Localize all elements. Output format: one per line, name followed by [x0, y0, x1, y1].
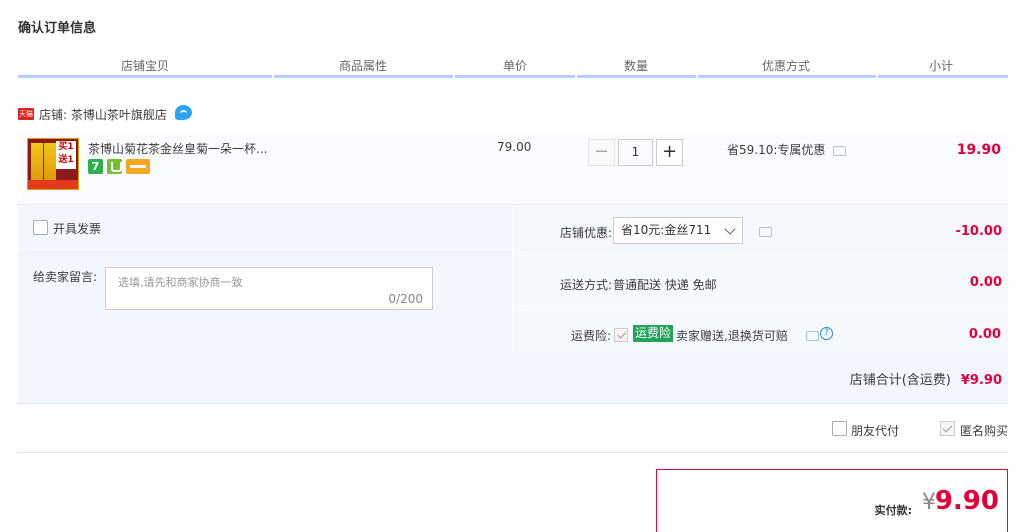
- seven-day-return-icon: 7: [88, 159, 103, 174]
- header-divider: [876, 75, 878, 78]
- help-icon[interactable]: ?: [820, 327, 833, 340]
- memo-placeholder: 选填,请先和商家协商一致: [118, 276, 243, 289]
- shop-name[interactable]: 店铺: 茶博山茶叶旗舰店: [39, 106, 167, 123]
- shop-discount-row: 店铺优惠: 省10元:金丝711 -10.00: [513, 206, 1009, 256]
- shipping-method: 普通配送 快递 免邮: [613, 278, 717, 292]
- extra-options: 朋友代付 匿名购买: [18, 405, 1008, 453]
- header-divider: [575, 75, 577, 78]
- header-divider: [272, 75, 274, 78]
- friend-pay-checkbox[interactable]: [832, 421, 847, 436]
- insurance-label: 运费险:: [570, 329, 611, 343]
- shipping-label: 运送方式:: [559, 278, 612, 292]
- shop-total-label: 店铺合计(含运费): [849, 373, 951, 388]
- right-options: 店铺优惠: 省10元:金丝711 -10.00 运送方式: 普通配送 快递 免邮…: [512, 206, 1009, 352]
- anonymous-label: 匿名购买: [960, 424, 1009, 438]
- anonymous-checkbox[interactable]: [940, 421, 955, 436]
- insurance-checkbox[interactable]: [614, 328, 628, 342]
- decrease-button[interactable]: −: [588, 139, 615, 166]
- shop-discount-amount: -10.00: [955, 224, 1002, 239]
- thumb-promo-text: 买1送1: [56, 141, 76, 169]
- message-icon[interactable]: [759, 227, 772, 237]
- quantity-stepper: − 1 +: [588, 139, 683, 166]
- card-icon: [126, 159, 150, 174]
- col-quantity: 数量: [624, 59, 649, 73]
- shipping-row: 运送方式: 普通配送 快递 免邮 0.00: [513, 256, 1009, 307]
- col-shop-item: 店铺宝贝: [121, 59, 170, 73]
- item-subtotal: 19.90: [956, 142, 1001, 158]
- order-options: 开具发票 给卖家留言: 选填,请先和商家协商一致 0/200 店铺优惠: 省10…: [18, 206, 1009, 404]
- tmall-icon: 天猫: [18, 108, 34, 120]
- payment-summary: 实付款: ¥ 9.90: [656, 469, 1008, 532]
- shop-total: 店铺合计(含运费) ¥9.90: [850, 369, 1002, 388]
- friend-pay-label: 朋友代付: [851, 424, 900, 438]
- message-icon[interactable]: [806, 331, 819, 341]
- shop-discount-select[interactable]: 省10元:金丝711: [613, 217, 743, 244]
- insurance-description: 卖家赠送,退换货可赔: [676, 329, 788, 343]
- chevron-down-icon: [724, 223, 736, 235]
- invoice-checkbox[interactable]: [33, 220, 48, 235]
- col-subtotal: 小计: [929, 59, 954, 73]
- item-row: 买1送1 茶博山菊花茶金丝皇菊一朵一杯... 7 79.00 − 1 + 省59…: [18, 132, 1008, 205]
- shop-line: 天猫 店铺: 茶博山茶叶旗舰店: [18, 104, 192, 123]
- seller-memo-input[interactable]: 选填,请先和商家协商一致 0/200: [105, 267, 433, 310]
- quantity-input[interactable]: 1: [618, 139, 653, 166]
- item-title[interactable]: 茶博山菊花茶金丝皇菊一朵一杯...: [88, 140, 267, 157]
- payment-amount: 9.90: [934, 486, 999, 516]
- shield-icon: [107, 159, 122, 174]
- left-options: 开具发票 给卖家留言: 选填,请先和商家协商一致 0/200: [18, 206, 512, 352]
- increase-button[interactable]: +: [656, 139, 683, 166]
- chat-icon[interactable]: [174, 104, 192, 120]
- product-thumbnail[interactable]: 买1送1: [27, 138, 79, 190]
- column-header: 店铺宝贝 商品属性 单价 数量 优惠方式 小计: [18, 56, 1008, 78]
- col-promotion: 优惠方式: [762, 59, 811, 73]
- memo-char-count: 0/200: [388, 292, 423, 306]
- message-icon[interactable]: [833, 146, 846, 156]
- item-promotion: 省59.10:专属优惠: [727, 143, 826, 157]
- header-divider: [696, 75, 698, 78]
- col-unit-price: 单价: [503, 59, 528, 73]
- col-attributes: 商品属性: [339, 59, 388, 73]
- insurance-badge: 运费险: [633, 325, 674, 342]
- header-divider: [453, 75, 455, 78]
- shop-total-amount: ¥9.90: [960, 373, 1002, 388]
- shipping-amount: 0.00: [969, 275, 1002, 290]
- shop-discount-label: 店铺优惠:: [559, 226, 612, 240]
- insurance-amount: 0.00: [968, 327, 1001, 342]
- service-icons: 7: [88, 159, 150, 174]
- invoice-label: 开具发票: [53, 222, 102, 236]
- payment-label: 实付款:: [874, 504, 912, 517]
- unit-price: 79.00: [497, 140, 532, 154]
- memo-label: 给卖家留言:: [33, 270, 98, 284]
- page-title: 确认订单信息: [18, 21, 97, 36]
